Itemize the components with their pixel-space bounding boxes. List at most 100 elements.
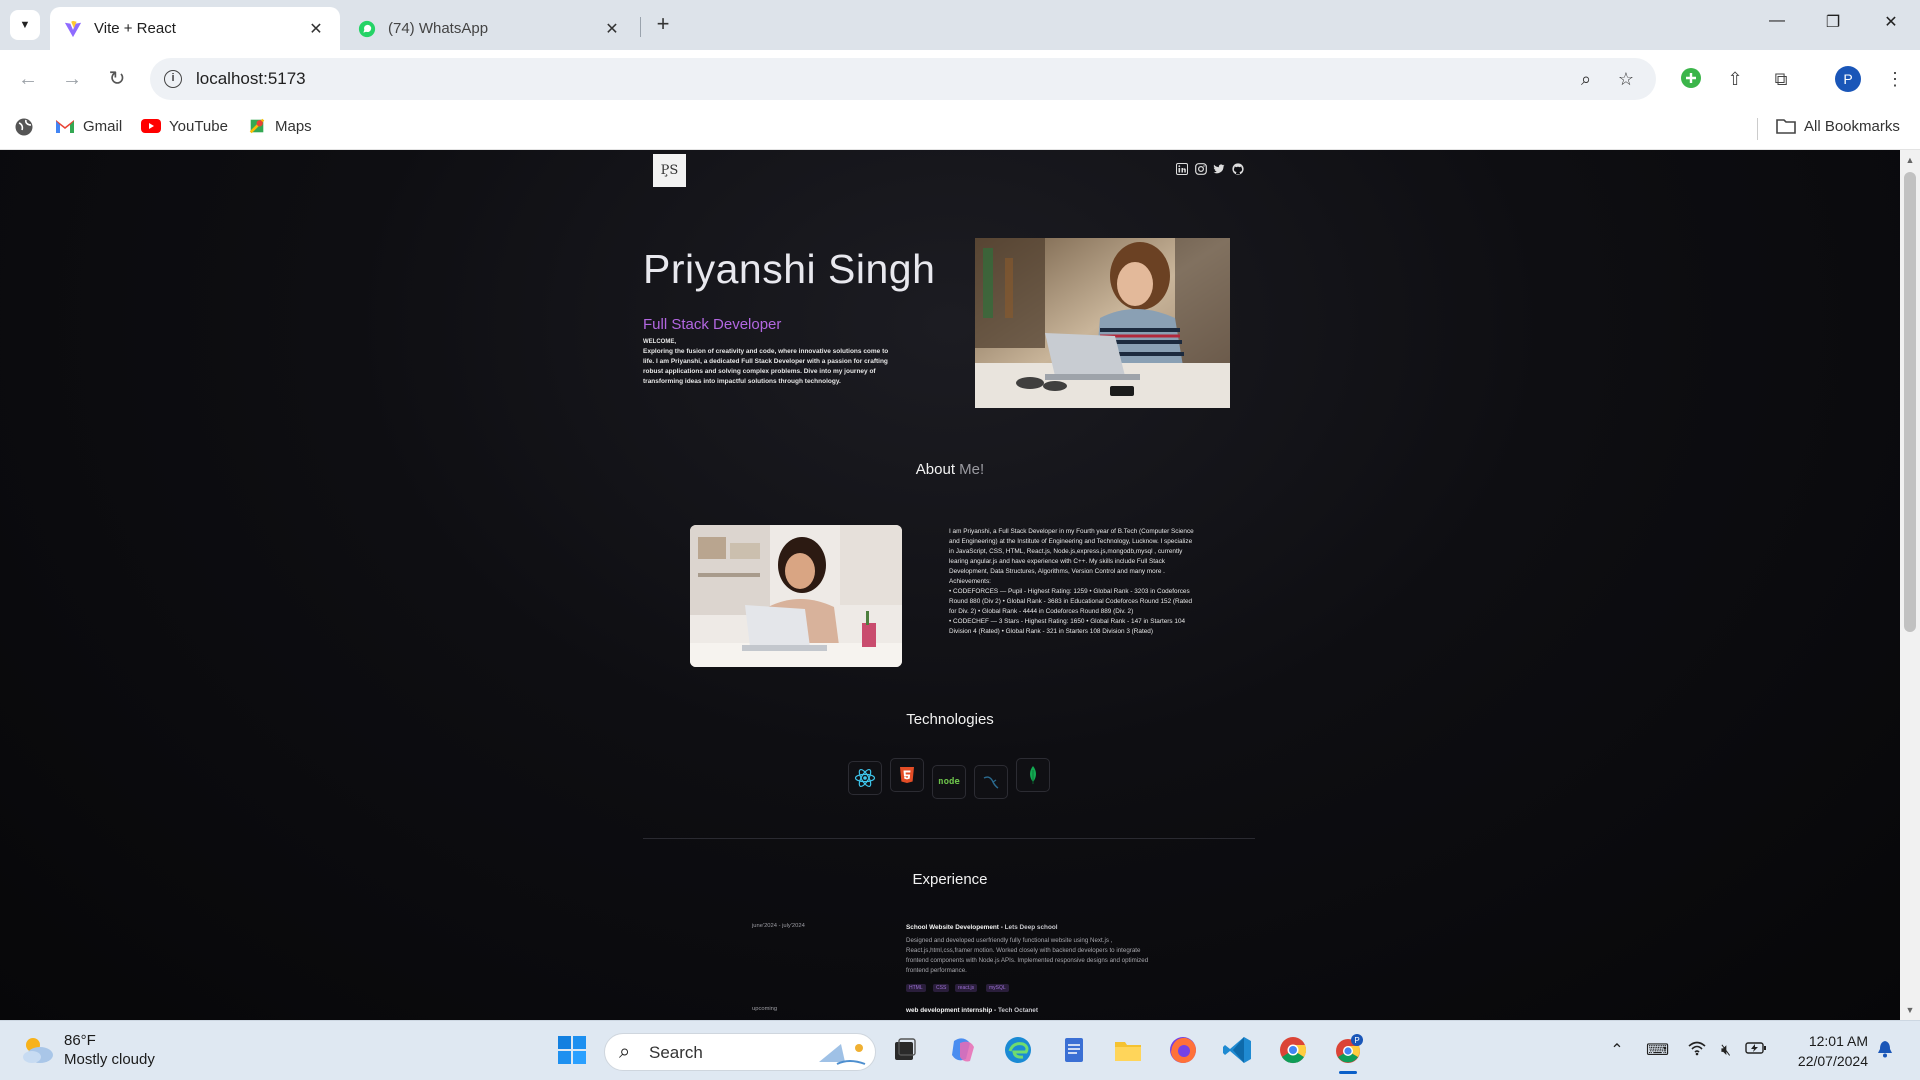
site-logo[interactable]: P̧S — [653, 154, 686, 187]
tray-overflow-chevron-up-icon[interactable]: ⌃ — [1606, 1040, 1628, 1062]
bookmark-star-icon[interactable]: ☆ — [1616, 69, 1636, 89]
hero-name: Priyanshi Singh — [643, 246, 936, 292]
about-bio: I am Priyanshi, a Full Stack Developer i… — [949, 528, 1194, 575]
notification-bell-icon[interactable] — [1874, 1040, 1896, 1062]
tab-search-button[interactable]: ▼ — [10, 10, 40, 40]
more-menu-icon[interactable]: ⋮ — [1883, 67, 1907, 91]
window-close-icon[interactable]: ✕ — [1876, 12, 1906, 32]
linkedin-icon[interactable] — [1176, 163, 1188, 175]
html5-icon — [890, 758, 924, 792]
active-app-indicator — [1339, 1071, 1357, 1074]
restore-icon[interactable]: ❐ — [1818, 12, 1848, 32]
profile-avatar[interactable]: P — [1835, 66, 1861, 92]
twitter-icon[interactable] — [1213, 163, 1225, 175]
weather-description: Mostly cloudy — [64, 1051, 155, 1068]
instagram-icon[interactable] — [1195, 163, 1207, 175]
close-icon[interactable]: ✕ — [306, 19, 326, 39]
clock-time[interactable]: 12:01 AM — [1768, 1033, 1868, 1049]
github-icon[interactable] — [1232, 163, 1244, 175]
about-photo-woman-laptop — [690, 525, 902, 667]
about-title: About — [915, 461, 955, 478]
bookmark-label: YouTube — [169, 117, 228, 135]
experience-date: june'2024 - july'2024 — [752, 923, 805, 929]
weather-temperature: 86°F — [64, 1032, 96, 1049]
new-tab-button[interactable]: + — [650, 12, 676, 38]
taskbar-search[interactable]: ⌕ Search — [604, 1033, 876, 1071]
zoom-icon[interactable]: ⌕ — [1576, 69, 1596, 89]
clock-date[interactable]: 22/07/2024 — [1768, 1053, 1868, 1069]
scroll-down-icon[interactable]: ▼ — [1904, 1004, 1916, 1016]
site-info-icon[interactable]: i — [164, 70, 182, 88]
experience-role: School Website Developement - — [906, 924, 1005, 931]
bookmark-maps[interactable]: Maps — [247, 117, 312, 135]
apps-globe-icon[interactable] — [14, 117, 34, 137]
firefox-icon[interactable] — [1166, 1033, 1200, 1067]
experience-title: web development internship - Tech Octane… — [906, 1007, 1038, 1014]
reload-icon[interactable]: ↻ — [104, 66, 130, 92]
svg-text:P: P — [1354, 1036, 1359, 1045]
extensions-puzzle-icon[interactable]: ⧉ — [1769, 67, 1793, 91]
volume-muted-icon[interactable]: 🔇︎ — [1715, 1040, 1737, 1062]
experience-company: Tech Octanet — [997, 1007, 1038, 1014]
tab-title: Vite + React — [94, 20, 176, 37]
task-view-icon[interactable] — [888, 1033, 922, 1067]
experience-title: School Website Developement - Lets Deep … — [906, 924, 1058, 931]
tab-separator — [640, 17, 641, 37]
experience-date: upcoming — [752, 1006, 778, 1012]
forward-icon[interactable]: → — [59, 66, 85, 92]
keyboard-layout-icon[interactable]: ⌨ — [1646, 1040, 1669, 1062]
address-bar[interactable]: i localhost:5173 ⌕ ☆ — [150, 58, 1656, 100]
hero-role: Full Stack Developer — [643, 316, 782, 333]
maps-icon — [249, 118, 265, 134]
bookmarks-divider — [1757, 118, 1758, 140]
vite-logo-icon — [64, 20, 82, 37]
tab-vite-react[interactable]: Vite + React ✕ — [50, 7, 340, 50]
tab-whatsapp[interactable]: (74) WhatsApp ✕ — [344, 7, 636, 50]
browser-toolbar: ← → ↻ i localhost:5173 ⌕ ☆ ⇧ ⧉ P ⋮ — [0, 50, 1920, 108]
nodejs-icon: node — [932, 765, 966, 799]
youtube-icon — [141, 119, 161, 133]
wifi-icon[interactable] — [1686, 1040, 1708, 1062]
gmail-icon — [56, 120, 74, 133]
scroll-up-icon[interactable]: ▲ — [1904, 154, 1916, 166]
bookmark-label: Maps — [275, 117, 312, 135]
bookmark-youtube[interactable]: YouTube — [141, 117, 228, 135]
hero-photo-woman-laptop — [975, 238, 1230, 408]
experience-company: Lets Deep school — [1004, 924, 1058, 931]
vscode-icon[interactable] — [1221, 1033, 1255, 1067]
technologies-heading: Technologies — [906, 711, 994, 728]
bookmark-gmail[interactable]: Gmail — [55, 117, 122, 135]
section-divider — [643, 838, 1255, 839]
react-icon — [848, 761, 882, 795]
mongodb-icon — [1016, 758, 1050, 792]
close-icon[interactable]: ✕ — [602, 19, 622, 39]
copilot-icon[interactable] — [946, 1033, 980, 1067]
bookmark-label: Gmail — [83, 117, 123, 135]
achievement-codeforces: • CODEFORCES — Pupil - Highest Rating: 1… — [949, 588, 1193, 615]
scrollbar-thumb[interactable] — [1904, 172, 1916, 632]
rocket-extension-icon[interactable]: ⇧ — [1723, 67, 1747, 91]
back-icon[interactable]: ← — [15, 66, 41, 92]
edge-icon[interactable] — [1001, 1033, 1035, 1067]
tech-tag: mySQL — [986, 984, 1009, 992]
experience-heading: Experience — [912, 871, 988, 888]
notepad-icon[interactable] — [1057, 1033, 1091, 1067]
achievement-codechef: • CODECHEF — 3 Stars - Highest Rating: 1… — [949, 618, 1186, 635]
chrome-profile-active-icon[interactable]: P — [1331, 1033, 1365, 1074]
windows-taskbar: 86°F Mostly cloudy ⌕ Search P ⌃ ⌨ 🔇︎ 12:… — [0, 1020, 1920, 1080]
chrome-icon[interactable] — [1276, 1033, 1310, 1067]
all-bookmarks-button[interactable]: All Bookmarks — [1776, 117, 1900, 135]
tab-strip: ▼ Vite + React ✕ (74) WhatsApp ✕ + — ❐ ✕ — [0, 0, 1920, 50]
all-bookmarks-label: All Bookmarks — [1804, 117, 1900, 135]
page-scrollbar[interactable]: ▲ ▼ — [1900, 150, 1920, 1020]
file-explorer-icon[interactable] — [1111, 1033, 1145, 1067]
folder-icon — [1776, 119, 1796, 134]
minimize-icon[interactable]: — — [1762, 12, 1792, 30]
url-text[interactable]: localhost:5173 — [196, 69, 306, 89]
extension-plus-icon[interactable] — [1679, 67, 1703, 91]
search-label: Search — [649, 1043, 703, 1062]
experience-role: web development internship - — [906, 1007, 998, 1014]
weather-cloud-icon[interactable] — [18, 1033, 58, 1067]
battery-charging-icon[interactable] — [1745, 1040, 1767, 1062]
windows-start-icon[interactable] — [555, 1033, 589, 1067]
